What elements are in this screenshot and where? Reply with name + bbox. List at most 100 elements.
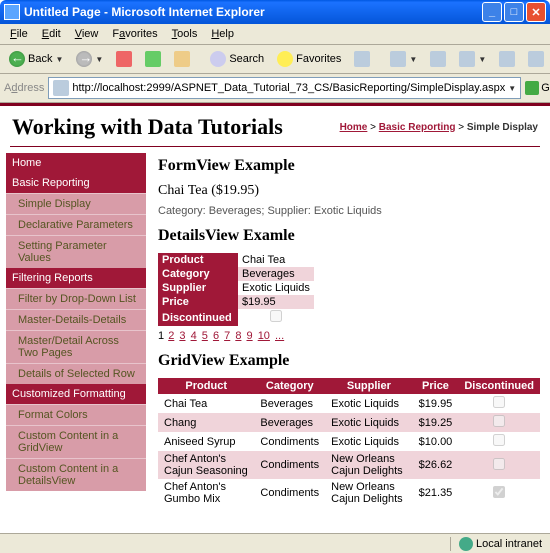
nav-group-head[interactable]: Customized Formatting xyxy=(6,384,146,404)
maximize-button[interactable]: □ xyxy=(504,2,524,22)
mail-button[interactable]: ▼ xyxy=(385,48,422,70)
nav-link[interactable]: Declarative Parameters xyxy=(6,214,146,235)
dv-label: Category xyxy=(158,267,238,281)
address-label: Address xyxy=(4,82,44,94)
toolbar: Back ▼ ▼ Search Favorites ▼ ▼ xyxy=(0,45,550,74)
dv-value xyxy=(238,309,314,326)
pager-link[interactable]: 6 xyxy=(213,330,219,342)
edit-button[interactable]: ▼ xyxy=(454,48,491,70)
discontinued-checkbox xyxy=(270,310,282,322)
nav-link[interactable]: Format Colors xyxy=(6,404,146,425)
close-button[interactable]: ✕ xyxy=(526,2,546,22)
gv-cell: New Orleans Cajun Delights xyxy=(325,451,413,479)
favorites-button[interactable]: Favorites xyxy=(272,48,346,70)
menu-file[interactable]: File xyxy=(4,26,34,42)
nav-group-head[interactable]: Basic Reporting xyxy=(6,173,146,193)
gv-cell: $19.95 xyxy=(413,394,459,413)
gv-cell: Chef Anton's Gumbo Mix xyxy=(158,479,254,507)
pager-link[interactable]: 8 xyxy=(235,330,241,342)
breadcrumb-home[interactable]: Home xyxy=(340,122,368,133)
search-icon xyxy=(210,51,226,67)
pager-current: 1 xyxy=(158,330,164,342)
nav-group-head[interactable]: Filtering Reports xyxy=(6,268,146,288)
chevron-down-icon: ▼ xyxy=(95,55,103,64)
tb-button[interactable] xyxy=(523,48,549,70)
table-row: Chai TeaBeveragesExotic Liquids$19.95 xyxy=(158,394,540,413)
gv-cell: Aniseed Syrup xyxy=(158,432,254,451)
formview-item: Chai Tea ($19.95) xyxy=(158,183,540,199)
pager-link[interactable]: 9 xyxy=(247,330,253,342)
dv-label: Product xyxy=(158,253,238,267)
dv-value: $19.95 xyxy=(238,295,314,309)
search-button[interactable]: Search xyxy=(205,48,269,70)
page-icon xyxy=(53,80,69,96)
main-content: FormView Example Chai Tea ($19.95) Categ… xyxy=(154,153,544,507)
statusbar: Local intranet xyxy=(0,533,550,553)
nav-link[interactable]: Simple Display xyxy=(6,193,146,214)
nav-home[interactable]: Home xyxy=(6,153,146,173)
pager-link[interactable]: 3 xyxy=(179,330,185,342)
address-input[interactable]: http://localhost:2999/ASPNET_Data_Tutori… xyxy=(48,77,521,99)
pager-link[interactable]: 2 xyxy=(168,330,174,342)
menu-edit[interactable]: Edit xyxy=(36,26,67,42)
gv-cell xyxy=(458,413,540,432)
minimize-button[interactable]: _ xyxy=(482,2,502,22)
content-viewport[interactable]: Working with Data Tutorials Home > Basic… xyxy=(0,103,550,533)
generic-icon xyxy=(528,51,544,67)
nav-link[interactable]: Details of Selected Row xyxy=(6,363,146,384)
back-button[interactable]: Back ▼ xyxy=(4,48,68,70)
forward-button[interactable]: ▼ xyxy=(71,48,108,70)
pager-link[interactable]: 5 xyxy=(202,330,208,342)
pager: 1 2 3 4 5 6 7 8 9 10 ... xyxy=(158,330,540,342)
chevron-down-icon[interactable]: ▼ xyxy=(508,84,516,93)
gv-cell: Beverages xyxy=(254,394,325,413)
window-title: Untitled Page - Microsoft Internet Explo… xyxy=(24,5,480,19)
breadcrumb-section[interactable]: Basic Reporting xyxy=(379,122,456,133)
gv-cell: Exotic Liquids xyxy=(325,394,413,413)
gv-cell: $26.62 xyxy=(413,451,459,479)
pager-link[interactable]: 7 xyxy=(224,330,230,342)
menu-view[interactable]: View xyxy=(69,26,105,42)
forward-icon xyxy=(76,51,92,67)
nav-link[interactable]: Custom Content in a DetailsView xyxy=(6,458,146,491)
dv-value: Chai Tea xyxy=(238,253,314,267)
gv-header: Supplier xyxy=(325,378,413,394)
nav-link[interactable]: Filter by Drop-Down List xyxy=(6,288,146,309)
status-zone: Local intranet xyxy=(450,537,550,551)
history-button[interactable] xyxy=(349,48,375,70)
gv-cell: Condiments xyxy=(254,432,325,451)
nav-link[interactable]: Custom Content in a GridView xyxy=(6,425,146,458)
gv-cell: Chai Tea xyxy=(158,394,254,413)
tb-button[interactable] xyxy=(494,48,520,70)
go-button[interactable]: Go xyxy=(525,81,550,95)
detailsview-table: ProductChai TeaCategoryBeveragesSupplier… xyxy=(158,253,314,326)
chevron-down-icon: ▼ xyxy=(55,55,63,64)
gridview-table: ProductCategorySupplierPriceDiscontinued… xyxy=(158,378,540,507)
formview-meta: Category: Beverages; Supplier: Exotic Li… xyxy=(158,205,540,217)
refresh-button[interactable] xyxy=(140,48,166,70)
nav-link[interactable]: Setting Parameter Values xyxy=(6,235,146,268)
pager-link[interactable]: 4 xyxy=(191,330,197,342)
menu-favorites[interactable]: Favorites xyxy=(106,26,163,42)
menu-tools[interactable]: Tools xyxy=(166,26,204,42)
dv-value: Exotic Liquids xyxy=(238,281,314,295)
print-button[interactable] xyxy=(425,48,451,70)
stop-button[interactable] xyxy=(111,48,137,70)
discontinued-checkbox xyxy=(493,434,505,446)
gv-cell: Chef Anton's Cajun Seasoning xyxy=(158,451,254,479)
pager-link[interactable]: 10 xyxy=(258,330,270,342)
edit-icon xyxy=(459,51,475,67)
dv-label: Supplier xyxy=(158,281,238,295)
gv-cell: $10.00 xyxy=(413,432,459,451)
nav-link[interactable]: Master-Details-Details xyxy=(6,309,146,330)
back-icon xyxy=(9,51,25,67)
nav-link[interactable]: Master/Detail Across Two Pages xyxy=(6,330,146,363)
home-button[interactable] xyxy=(169,48,195,70)
window-titlebar: Untitled Page - Microsoft Internet Explo… xyxy=(0,0,550,24)
print-icon xyxy=(430,51,446,67)
menu-help[interactable]: Help xyxy=(205,26,240,42)
table-row: Aniseed SyrupCondimentsExotic Liquids$10… xyxy=(158,432,540,451)
pager-link[interactable]: ... xyxy=(275,330,284,342)
gv-cell: $19.25 xyxy=(413,413,459,432)
table-row: Chef Anton's Gumbo MixCondimentsNew Orle… xyxy=(158,479,540,507)
